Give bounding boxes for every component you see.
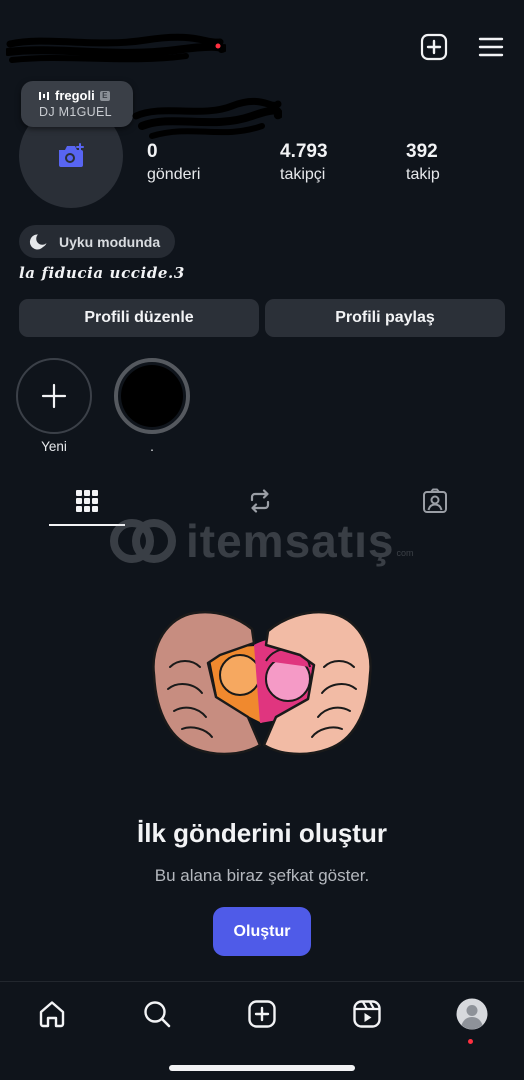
- stat-posts[interactable]: 0 gönderi: [147, 141, 200, 184]
- tagged-person-icon: [423, 488, 447, 513]
- create-post-cta-button[interactable]: Oluştur: [213, 907, 311, 956]
- reels-icon: [353, 1000, 381, 1028]
- heart-hands-illustration: [152, 610, 372, 756]
- nav-home[interactable]: [32, 994, 72, 1034]
- highlight-story-cover: [121, 365, 183, 427]
- stat-following-label: takip: [406, 166, 440, 183]
- tab-grid[interactable]: [67, 481, 107, 521]
- add-photo-camera-icon: [59, 143, 84, 167]
- music-artist: DJ M1GUEL: [39, 105, 112, 119]
- stat-followers-label: takipçi: [280, 166, 326, 183]
- tab-tagged[interactable]: [415, 481, 455, 521]
- watermark-logo: [110, 519, 176, 563]
- nav-reels[interactable]: [347, 994, 387, 1034]
- nav-create[interactable]: [242, 994, 282, 1034]
- edit-profile-button[interactable]: Profili düzenle: [19, 299, 259, 337]
- create-post-button[interactable]: [419, 32, 449, 62]
- highlight-new-circle: [16, 358, 92, 434]
- stat-posts-value: 0: [147, 141, 158, 162]
- menu-button[interactable]: [476, 32, 506, 62]
- music-note-bubble[interactable]: fregoli E DJ M1GUEL: [21, 81, 133, 127]
- plus-square-icon: [248, 1000, 276, 1028]
- bio-text: la fiducia uccide.3: [19, 264, 185, 282]
- redacted-username: [6, 33, 226, 63]
- plus-icon: [41, 383, 67, 409]
- home-icon: [39, 1001, 65, 1028]
- watermark: itemsatış com: [108, 514, 413, 568]
- home-indicator: [169, 1065, 355, 1071]
- share-profile-button[interactable]: Profili paylaş: [265, 299, 505, 337]
- highlight-new-label: Yeni: [41, 439, 67, 454]
- redacted-name: [132, 97, 282, 139]
- music-bars-icon: [39, 91, 49, 100]
- grid-icon: [76, 490, 98, 512]
- highlight-new[interactable]: Yeni: [16, 358, 92, 454]
- nav-search[interactable]: [137, 994, 177, 1034]
- nav-profile[interactable]: [452, 994, 492, 1034]
- stat-following[interactable]: 392 takip: [406, 141, 440, 184]
- music-song-title: fregoli: [55, 88, 95, 103]
- stat-posts-label: gönderi: [147, 166, 201, 183]
- stat-followers[interactable]: 4.793 takipçi: [280, 141, 328, 184]
- status-pill-label: Uyku modunda: [59, 233, 161, 250]
- highlight-story-label: .: [150, 439, 154, 454]
- watermark-text: itemsatış: [186, 515, 395, 567]
- status-pill[interactable]: Uyku modunda: [19, 225, 175, 258]
- highlight-story[interactable]: .: [114, 358, 190, 454]
- search-icon: [144, 1001, 171, 1028]
- watermark-subtext: com: [396, 548, 414, 558]
- empty-state-subtitle: Bu alana biraz şefkat göster.: [154, 866, 370, 885]
- moon-icon: [29, 233, 47, 249]
- plus-square-icon: [420, 33, 448, 61]
- empty-state-title: İlk gönderini oluştur: [137, 818, 387, 848]
- avatar-icon: [456, 998, 488, 1030]
- explicit-badge: E: [99, 90, 110, 101]
- repost-icon: [250, 489, 270, 513]
- stat-following-value: 392: [406, 141, 438, 162]
- stat-followers-value: 4.793: [280, 141, 328, 162]
- hamburger-menu-icon: [478, 37, 504, 57]
- notification-dot: [468, 1039, 473, 1044]
- highlight-story-circle: [114, 358, 190, 434]
